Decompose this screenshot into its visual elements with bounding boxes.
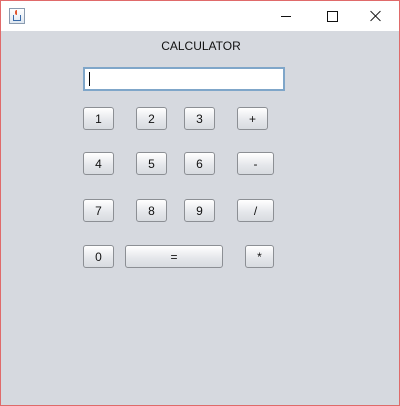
key-6-button[interactable]: 6	[184, 152, 215, 175]
minus-button[interactable]: -	[237, 152, 274, 175]
key-4-button[interactable]: 4	[83, 152, 114, 175]
title-bar[interactable]	[1, 1, 399, 31]
key-3-button[interactable]: 3	[184, 107, 215, 130]
key-8-button[interactable]: 8	[136, 199, 167, 222]
equals-button[interactable]: =	[125, 245, 223, 268]
key-5-button[interactable]: 5	[136, 152, 167, 175]
key-7-button[interactable]: 7	[83, 199, 114, 222]
calculator-window: CALCULATOR 1 2 3 + 4 5 6 - 7 8 9 / 0 = *	[0, 0, 400, 406]
display-input[interactable]	[83, 67, 285, 91]
minimize-icon	[281, 15, 291, 17]
cup-icon	[13, 15, 21, 21]
multiply-button[interactable]: *	[245, 245, 274, 268]
text-caret	[89, 72, 90, 86]
calculator-title: CALCULATOR	[161, 39, 241, 53]
close-icon	[370, 10, 382, 22]
key-9-button[interactable]: 9	[184, 199, 215, 222]
maximize-button[interactable]	[309, 1, 355, 31]
minimize-button[interactable]	[263, 1, 309, 31]
close-button[interactable]	[353, 1, 399, 31]
key-0-button[interactable]: 0	[83, 245, 114, 268]
key-1-button[interactable]: 1	[83, 107, 114, 130]
maximize-icon	[326, 10, 338, 22]
java-app-icon	[9, 8, 25, 24]
key-2-button[interactable]: 2	[136, 107, 167, 130]
plus-button[interactable]: +	[237, 107, 268, 130]
divide-button[interactable]: /	[237, 199, 274, 222]
